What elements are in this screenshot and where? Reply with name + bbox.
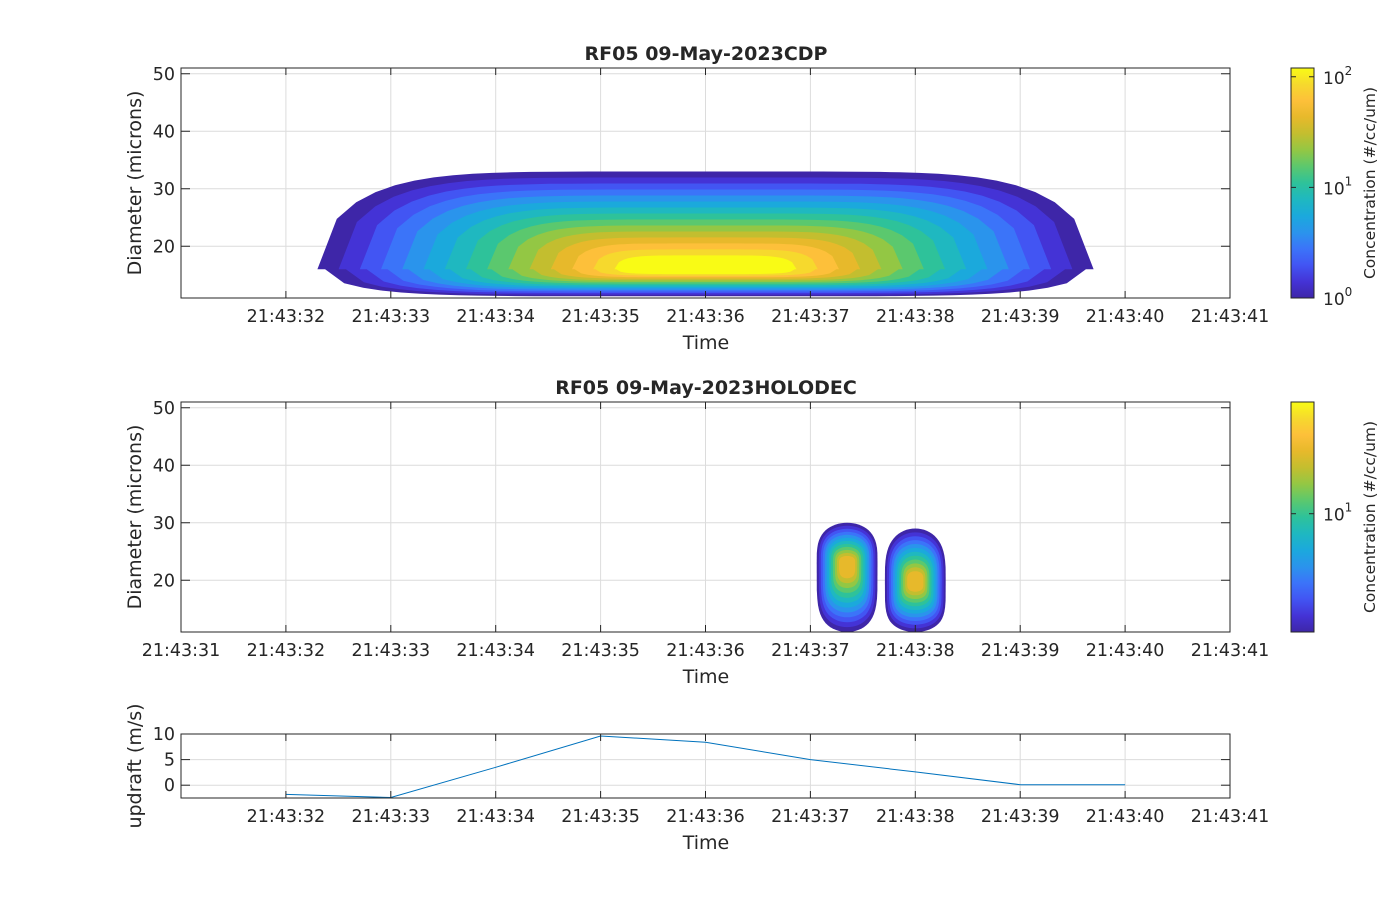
- x-tick-label: 21:43:32: [247, 641, 326, 661]
- y-tick-label: 20: [153, 571, 175, 591]
- x-tick-label: 21:43:40: [1086, 307, 1165, 327]
- x-tick-label: 21:43:37: [771, 641, 850, 661]
- x-tick-label: 21:43:37: [771, 307, 850, 327]
- holodec-colorbar-label: Concentration (#/cc/um): [1361, 421, 1379, 613]
- cdp-xlabel: Time: [682, 332, 730, 354]
- holodec-title: RF05 09-May-2023HOLODEC: [555, 377, 857, 399]
- cdp-heatmap: [317, 171, 1094, 297]
- x-tick-label: 21:43:39: [981, 807, 1060, 827]
- updraft-panel: 21:43:32 21:43:33 21:43:34 21:43:35 21:43:36…: [124, 703, 1269, 854]
- x-tick-label: 21:43:40: [1086, 641, 1165, 661]
- x-tick-label: 21:43:41: [1191, 641, 1270, 661]
- x-tick-label: 21:43:34: [456, 641, 535, 661]
- updraft-grid: [181, 733, 1231, 798]
- x-tick-label: 21:43:32: [247, 807, 326, 827]
- holodec-panel: RF05 09-May-2023HOLODEC 21:43:31 21:43:32…: [124, 377, 1379, 688]
- cdp-title: RF05 09-May-2023CDP: [585, 43, 828, 65]
- figure: RF05 09-May-2023CDP 21:43:32 21:43:33 21:4…: [124, 43, 1379, 854]
- cdp-contour-level-14: [614, 255, 797, 275]
- colorbar-tick-label: 100: [1323, 285, 1352, 310]
- colorbar-tick-label: 102: [1323, 64, 1352, 89]
- y-tick-label: 40: [153, 456, 175, 476]
- x-tick-label: 21:43:40: [1086, 807, 1165, 827]
- holodec-colorbar: 101 Concentration (#/cc/um): [1290, 401, 1379, 633]
- cdp-colorbar: 100 101 102 Concentration (#/cc/um): [1290, 64, 1379, 310]
- cdp-colorbar-gradient: [1291, 68, 1314, 298]
- colorbar-tick-label: 101: [1323, 174, 1352, 199]
- x-tick-label: 21:43:41: [1191, 807, 1270, 827]
- y-tick-label: 50: [153, 399, 175, 419]
- x-tick-label: 21:43:35: [561, 307, 640, 327]
- updraft-xlabel: Time: [682, 832, 730, 854]
- y-tick-label: 30: [153, 180, 175, 200]
- x-tick-label: 21:43:38: [876, 641, 955, 661]
- x-tick-label: 21:43:35: [561, 807, 640, 827]
- cdp-ylabel: Diameter (microns): [124, 91, 146, 276]
- x-tick-label: 21:43:31: [142, 641, 221, 661]
- x-tick-label: 21:43:33: [351, 807, 430, 827]
- x-tick-label: 21:43:36: [666, 307, 745, 327]
- x-tick-label: 21:43:33: [351, 307, 430, 327]
- holodec-grid: [180, 402, 1231, 632]
- x-tick-label: 21:43:36: [666, 641, 745, 661]
- updraft-ticks: 21:43:32 21:43:33 21:43:34 21:43:35 21:43:36…: [153, 725, 1270, 827]
- cdp-panel: RF05 09-May-2023CDP 21:43:32 21:43:33 21:4…: [124, 43, 1379, 354]
- y-tick-label: 0: [164, 776, 175, 796]
- colorbar-tick-label: 101: [1323, 501, 1352, 526]
- updraft-ylabel: updraft (m/s): [124, 703, 146, 828]
- x-tick-label: 21:43:39: [981, 307, 1060, 327]
- x-tick-label: 21:43:39: [981, 641, 1060, 661]
- cdp-colorbar-label: Concentration (#/cc/um): [1361, 87, 1379, 279]
- holodec-xlabel: Time: [682, 666, 730, 688]
- x-tick-label: 21:43:38: [876, 307, 955, 327]
- x-tick-label: 21:43:38: [876, 807, 955, 827]
- holodec-heatmap: [816, 522, 946, 632]
- x-tick-label: 21:43:37: [771, 807, 850, 827]
- y-tick-label: 40: [153, 122, 175, 142]
- x-tick-label: 21:43:35: [561, 641, 640, 661]
- y-tick-label: 20: [153, 237, 175, 257]
- x-tick-label: 21:43:32: [247, 307, 326, 327]
- holodec-colorbar-gradient: [1291, 402, 1314, 632]
- y-tick-label: 50: [153, 65, 175, 85]
- holodec-cell-1-level-11: [839, 556, 856, 579]
- x-tick-label: 21:43:34: [456, 307, 535, 327]
- x-tick-label: 21:43:34: [456, 807, 535, 827]
- holodec-ylabel: Diameter (microns): [124, 425, 146, 610]
- y-tick-label: 5: [164, 751, 175, 771]
- holodec-cell-2-level-11: [907, 571, 924, 592]
- x-tick-label: 21:43:33: [351, 641, 430, 661]
- y-tick-label: 30: [153, 514, 175, 534]
- y-tick-label: 10: [153, 725, 175, 745]
- x-tick-label: 21:43:41: [1191, 307, 1270, 327]
- x-tick-label: 21:43:36: [666, 807, 745, 827]
